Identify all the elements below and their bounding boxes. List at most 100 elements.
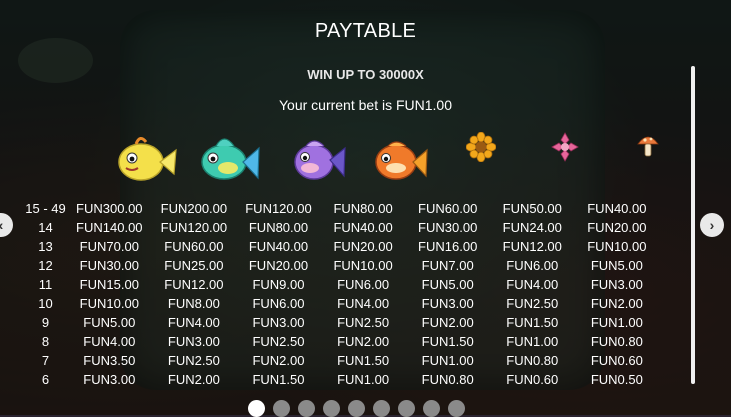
- paytable-row: 11 FUN15.00 FUN12.00 FUN9.00 FUN6.00 FUN5.00 F…: [24, 275, 659, 294]
- payout-cell: FUN2.50: [167, 353, 220, 368]
- symbol-count-cell: 15 - 49: [25, 201, 66, 216]
- symbol-row: [0, 132, 731, 192]
- payout-cell: FUN2.50: [252, 334, 305, 349]
- payout-cell: FUN2.00: [167, 372, 220, 387]
- page-dot[interactable]: [273, 400, 290, 417]
- payout-cell: FUN4.00: [337, 296, 390, 311]
- payout-cell: FUN24.00: [502, 220, 562, 235]
- payout-cell: FUN300.00: [76, 201, 143, 216]
- payout-cell: FUN0.60: [506, 372, 559, 387]
- current-bet-label: Your current bet is: [278, 97, 396, 113]
- payout-cell: FUN120.00: [245, 201, 312, 216]
- payout-cell: FUN3.00: [421, 296, 474, 311]
- payout-cell: FUN4.00: [506, 277, 559, 292]
- payout-cell: FUN1.00: [337, 372, 390, 387]
- paytable-row: 7 FUN3.50 FUN2.50 FUN2.00 FUN1.50 FUN1.00 FUN0…: [24, 351, 659, 370]
- payout-cell: FUN2.50: [337, 315, 390, 330]
- mushroom-icon: [637, 136, 659, 157]
- payout-cell: FUN120.00: [160, 220, 228, 235]
- paytable-row: 12 FUN30.00 FUN25.00 FUN20.00 FUN10.00 FUN7.0…: [24, 256, 659, 275]
- payout-cell: FUN0.60: [590, 353, 643, 368]
- page-dot[interactable]: [423, 400, 440, 417]
- page-dot[interactable]: [298, 400, 315, 417]
- symbol-count-cell: 8: [41, 334, 50, 349]
- payout-cell: FUN0.50: [590, 372, 643, 387]
- purple-fish-icon: [294, 140, 346, 180]
- payout-cell: FUN40.00: [333, 220, 393, 235]
- payout-cell: FUN10.00: [333, 258, 393, 273]
- payout-cell: FUN16.00: [418, 239, 478, 254]
- payout-cell: FUN2.00: [337, 334, 390, 349]
- payout-cell: FUN5.00: [590, 258, 643, 273]
- payout-cell: FUN12.00: [502, 239, 562, 254]
- symbol-count-cell: 10: [38, 296, 53, 311]
- payout-cell: FUN50.00: [502, 201, 562, 216]
- payout-cell: FUN40.00: [248, 239, 309, 254]
- payout-cell: FUN0.80: [506, 353, 559, 368]
- page-dot[interactable]: [373, 400, 390, 417]
- payout-cell: FUN6.00: [252, 296, 305, 311]
- payout-cell: FUN70.00: [79, 239, 139, 254]
- paytable-row: 10 FUN10.00 FUN8.00 FUN6.00 FUN4.00 FUN3.00 FU…: [24, 294, 659, 313]
- payout-cell: FUN0.80: [421, 372, 474, 387]
- payout-cell: FUN80.00: [248, 220, 309, 235]
- payout-cell: FUN3.50: [83, 353, 136, 368]
- payout-cell: FUN140.00: [76, 220, 143, 235]
- yellow-fish-icon: [118, 137, 177, 181]
- payout-cell: FUN6.00: [506, 258, 559, 273]
- payout-cell: FUN20.00: [248, 258, 309, 273]
- payout-cell: FUN6.00: [337, 277, 390, 292]
- scrollbar-track[interactable]: [691, 66, 695, 384]
- payout-cell: FUN1.50: [252, 372, 305, 387]
- symbol-count-cell: 12: [38, 258, 53, 273]
- payout-cell: FUN12.00: [164, 277, 224, 292]
- pink-flower-icon: [551, 132, 579, 162]
- payout-cell: FUN10.00: [587, 239, 647, 254]
- paytable-row: 6 FUN3.00 FUN2.00 FUN1.50 FUN1.00 FUN0.80 FUN0…: [24, 370, 659, 389]
- payout-cell: FUN2.00: [421, 315, 474, 330]
- payout-cell: FUN1.50: [337, 353, 390, 368]
- payout-cell: FUN3.00: [83, 372, 136, 387]
- paytable-row: 13 FUN70.00 FUN60.00 FUN40.00 FUN20.00 FUN16.…: [24, 237, 659, 256]
- payout-cell: FUN2.00: [252, 353, 305, 368]
- payout-cell: FUN60.00: [418, 201, 478, 216]
- payout-cell: FUN30.00: [79, 258, 139, 273]
- payout-cell: FUN5.00: [421, 277, 474, 292]
- orange-fish-icon: [375, 141, 428, 180]
- payout-cell: FUN1.50: [506, 315, 559, 330]
- payout-cell: FUN9.00: [252, 277, 305, 292]
- payout-cell: FUN80.00: [333, 201, 393, 216]
- payout-cell: FUN4.00: [167, 315, 220, 330]
- paytable-row: 9 FUN5.00 FUN4.00 FUN3.00 FUN2.50 FUN2.00 FUN1…: [24, 313, 659, 332]
- page-dot[interactable]: [248, 400, 265, 417]
- paytable-row: 14 FUN140.00 FUN120.00 FUN80.00 FUN40.00 FUN3…: [24, 218, 659, 237]
- payout-cell: FUN3.00: [252, 315, 305, 330]
- current-bet-text: Your current bet is FUN1.00: [0, 97, 731, 113]
- page-dot[interactable]: [448, 400, 465, 417]
- max-win-text: WIN UP TO 30000X: [307, 67, 424, 82]
- symbol-count-cell: 9: [41, 315, 50, 330]
- payout-cell: FUN1.50: [421, 334, 474, 349]
- paytable-row: 15 - 49 FUN300.00 FUN200.00 FUN120.00 FUN80.…: [24, 199, 659, 218]
- symbol-count-cell: 7: [41, 353, 50, 368]
- payout-cell: FUN7.00: [421, 258, 474, 273]
- payout-cell: FUN15.00: [79, 277, 139, 292]
- next-page-button[interactable]: ›: [700, 213, 724, 237]
- payout-cell: FUN20.00: [333, 239, 393, 254]
- payout-cell: FUN2.00: [590, 296, 643, 311]
- page-dot[interactable]: [348, 400, 365, 417]
- symbol-count-cell: 11: [38, 277, 53, 292]
- page-dot[interactable]: [398, 400, 415, 417]
- payout-cell: FUN20.00: [587, 220, 647, 235]
- payout-cell: FUN2.50: [506, 296, 559, 311]
- payout-cell: FUN1.00: [590, 315, 643, 330]
- scrollbar-thumb[interactable]: [691, 66, 695, 384]
- payout-cell: FUN3.00: [167, 334, 220, 349]
- symbol-count-cell: 14: [38, 220, 53, 235]
- page-dot[interactable]: [323, 400, 340, 417]
- sunflower-icon: [466, 132, 496, 162]
- current-bet-amount: FUN1.00: [395, 97, 453, 113]
- paytable-row: 8 FUN4.00 FUN3.00 FUN2.50 FUN2.00 FUN1.50 FUN1…: [24, 332, 659, 351]
- paytable-grid: 15 - 49 FUN300.00 FUN200.00 FUN120.00 FUN80.…: [24, 199, 659, 389]
- payout-cell: FUN1.00: [421, 353, 474, 368]
